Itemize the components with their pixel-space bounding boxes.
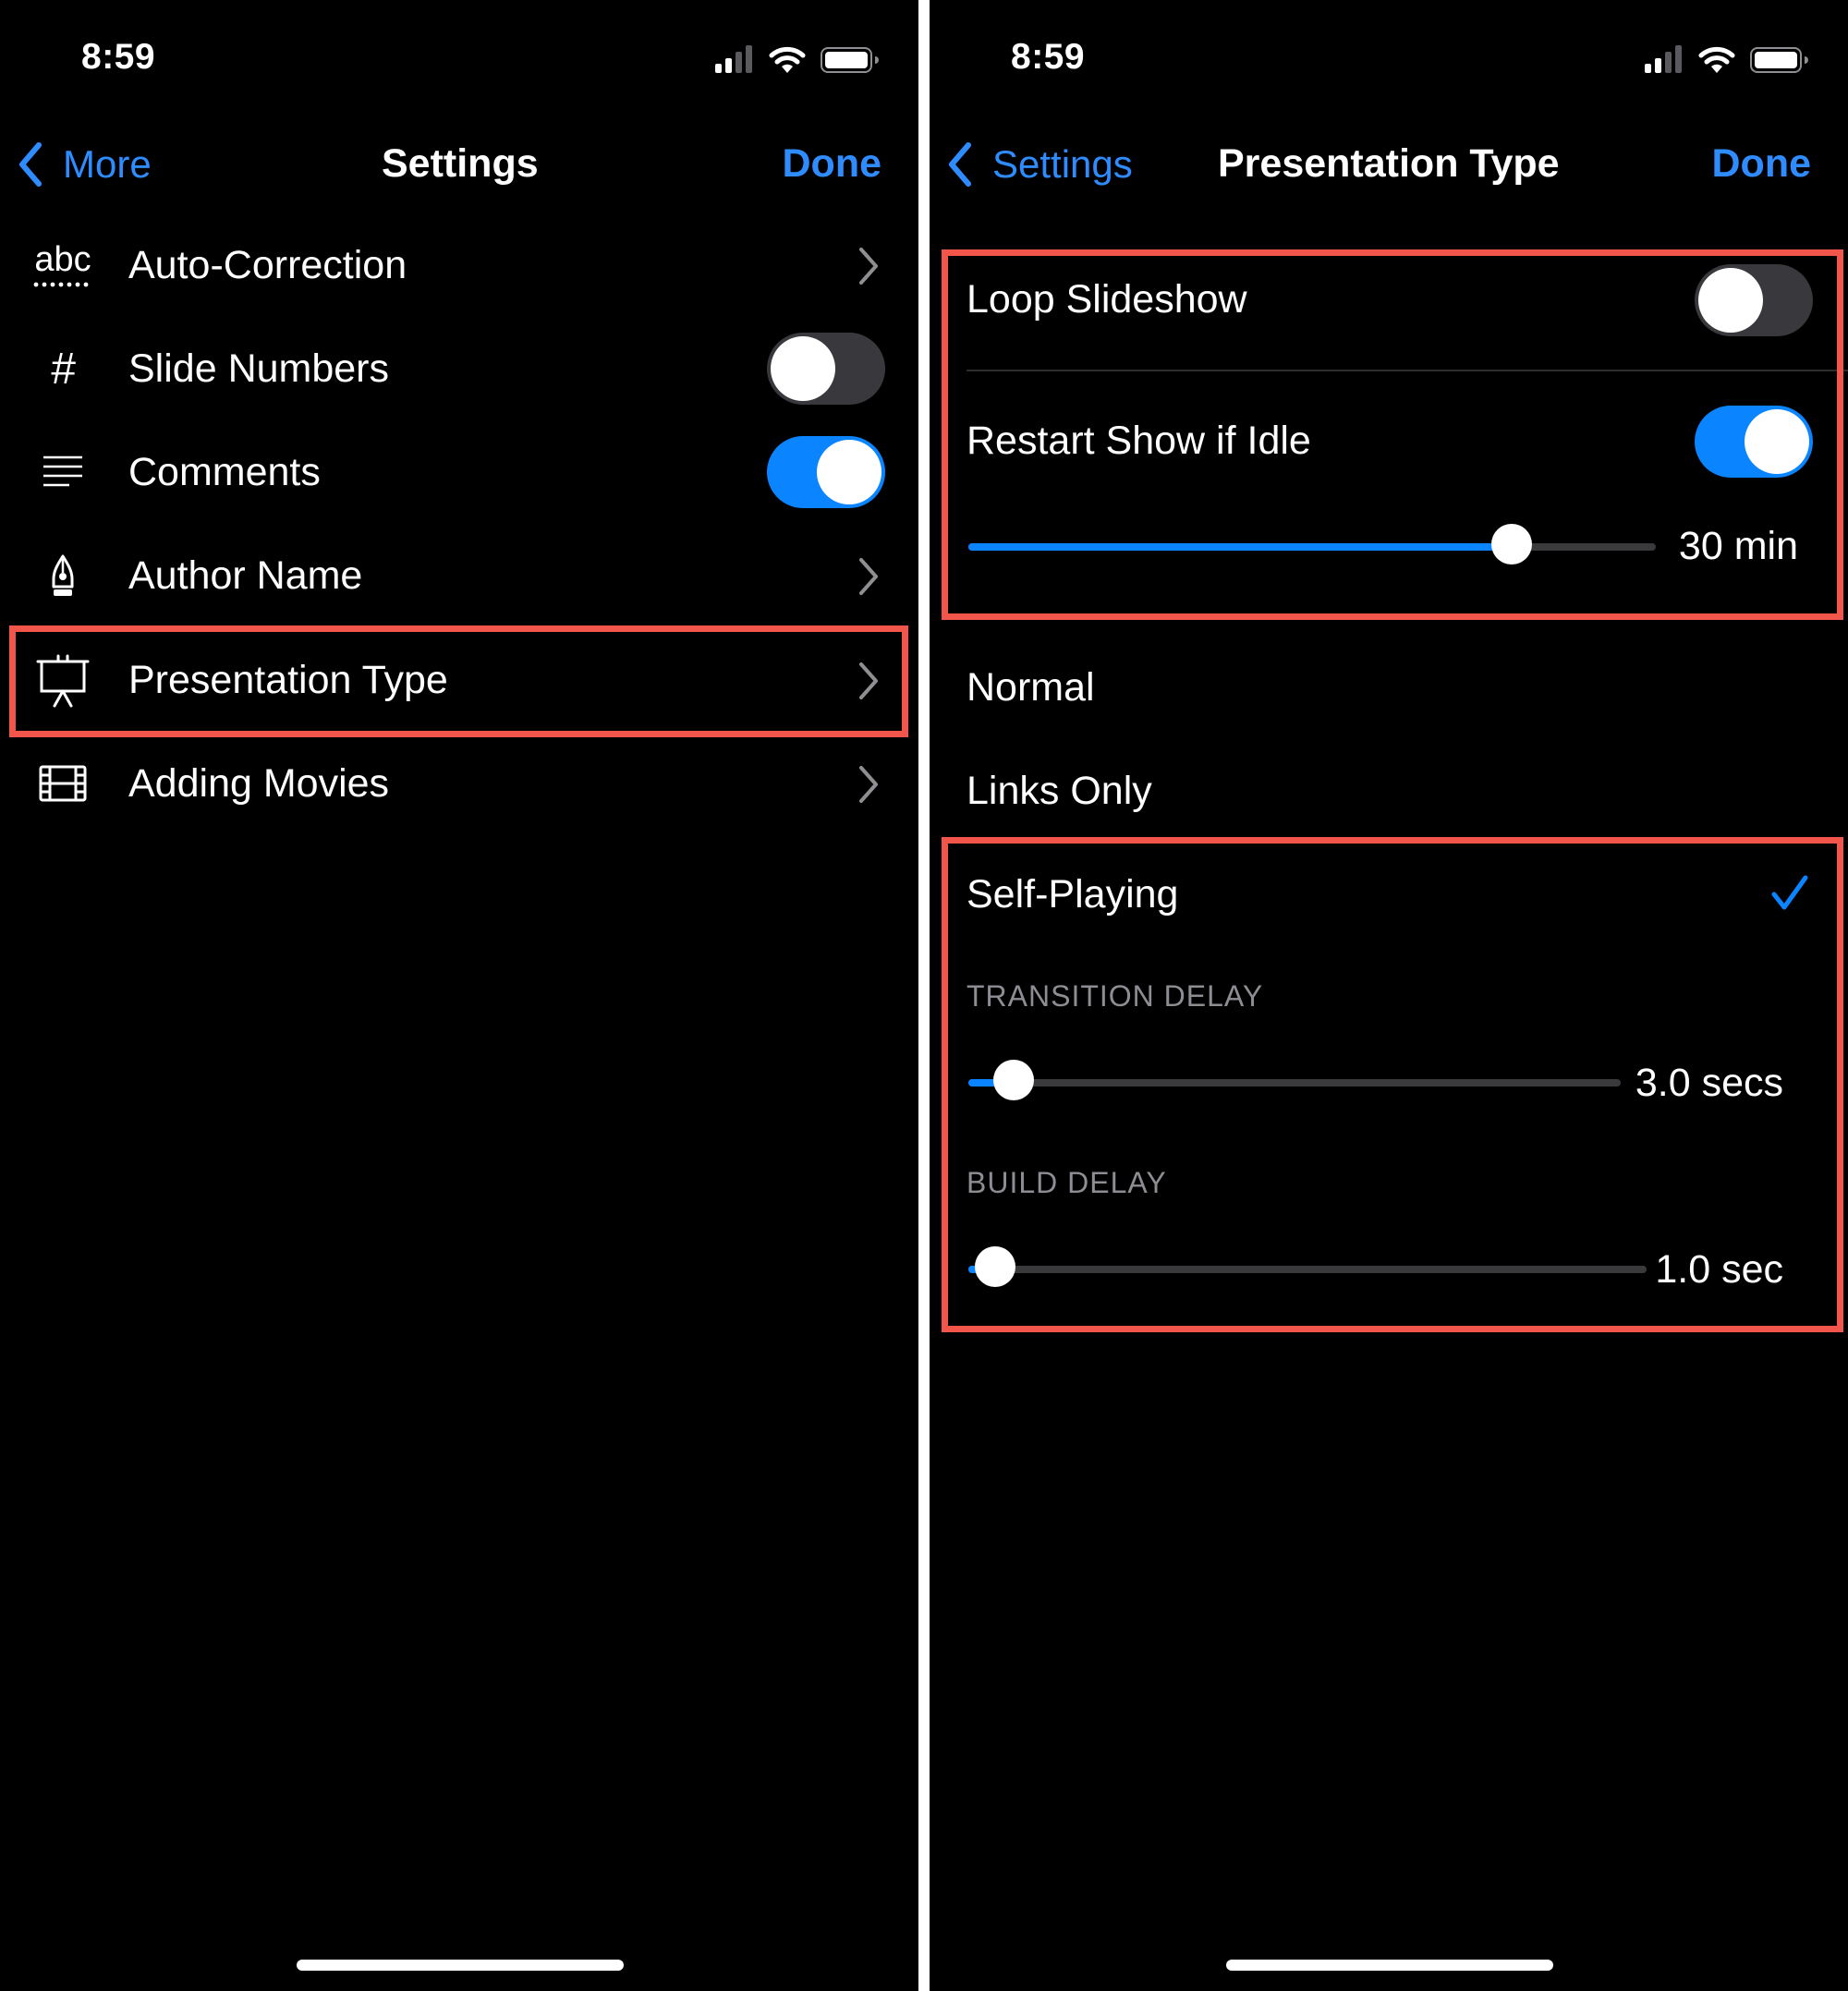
chevron-left-icon [949, 142, 971, 187]
chevron-left-icon [19, 142, 42, 187]
battery-icon [1750, 47, 1808, 73]
settings-row-slide-numbers: # Slide Numbers [0, 317, 918, 420]
row-label: Slide Numbers [128, 346, 389, 391]
wifi-icon [769, 46, 806, 73]
film-icon [26, 756, 100, 811]
chevron-right-icon [859, 558, 878, 595]
highlight-box-presentation-type [9, 625, 908, 737]
back-button[interactable]: More [18, 137, 152, 192]
settings-screen: 8:59 More Settings Done abc Auto-Correct… [0, 0, 918, 1991]
home-indicator [297, 1960, 624, 1971]
comments-toggle[interactable] [767, 436, 885, 508]
option-normal[interactable]: Normal [967, 665, 1095, 710]
row-label: Auto-Correction [128, 243, 407, 287]
chevron-right-icon [859, 248, 878, 285]
settings-row-adding-movies[interactable]: Adding Movies [0, 732, 918, 835]
status-time: 8:59 [81, 37, 156, 77]
wifi-icon [1698, 46, 1735, 73]
settings-row-author-name[interactable]: Author Name [0, 524, 918, 627]
comment-lines-icon [26, 444, 100, 500]
done-button[interactable]: Done [1712, 141, 1812, 187]
home-indicator [1226, 1960, 1553, 1971]
slide-numbers-toggle[interactable] [767, 333, 885, 405]
settings-row-comments: Comments [0, 420, 918, 524]
chevron-right-icon [859, 766, 878, 803]
presentation-type-screen: 8:59 Settings Presentation Type Done Loo… [930, 0, 1848, 1991]
navigation-bar: More Settings Done [0, 137, 918, 192]
option-links-only[interactable]: Links Only [967, 769, 1152, 814]
back-button-label: Settings [992, 142, 1133, 186]
hash-icon: # [50, 344, 76, 394]
done-button[interactable]: Done [783, 141, 882, 187]
back-button-label: More [63, 142, 152, 186]
row-label: Adding Movies [128, 761, 390, 806]
abc-icon: abc [26, 237, 100, 293]
row-label: Author Name [128, 553, 363, 598]
cellular-signal-icon [1645, 45, 1682, 73]
settings-row-auto-correction[interactable]: abc Auto-Correction [0, 213, 918, 317]
page-title: Settings [382, 141, 539, 186]
back-button[interactable]: Settings [948, 137, 1133, 192]
highlight-box-self-playing [942, 837, 1843, 1332]
navigation-bar: Settings Presentation Type Done [930, 137, 1848, 192]
row-label: Comments [128, 450, 321, 494]
status-icons [1645, 45, 1808, 73]
page-title: Presentation Type [1218, 141, 1560, 186]
cellular-signal-icon [715, 45, 752, 73]
pen-nib-icon [26, 548, 100, 603]
status-icons [715, 45, 879, 73]
status-time: 8:59 [1011, 37, 1086, 77]
highlight-box-loop-options [942, 249, 1843, 620]
battery-icon [821, 47, 879, 73]
